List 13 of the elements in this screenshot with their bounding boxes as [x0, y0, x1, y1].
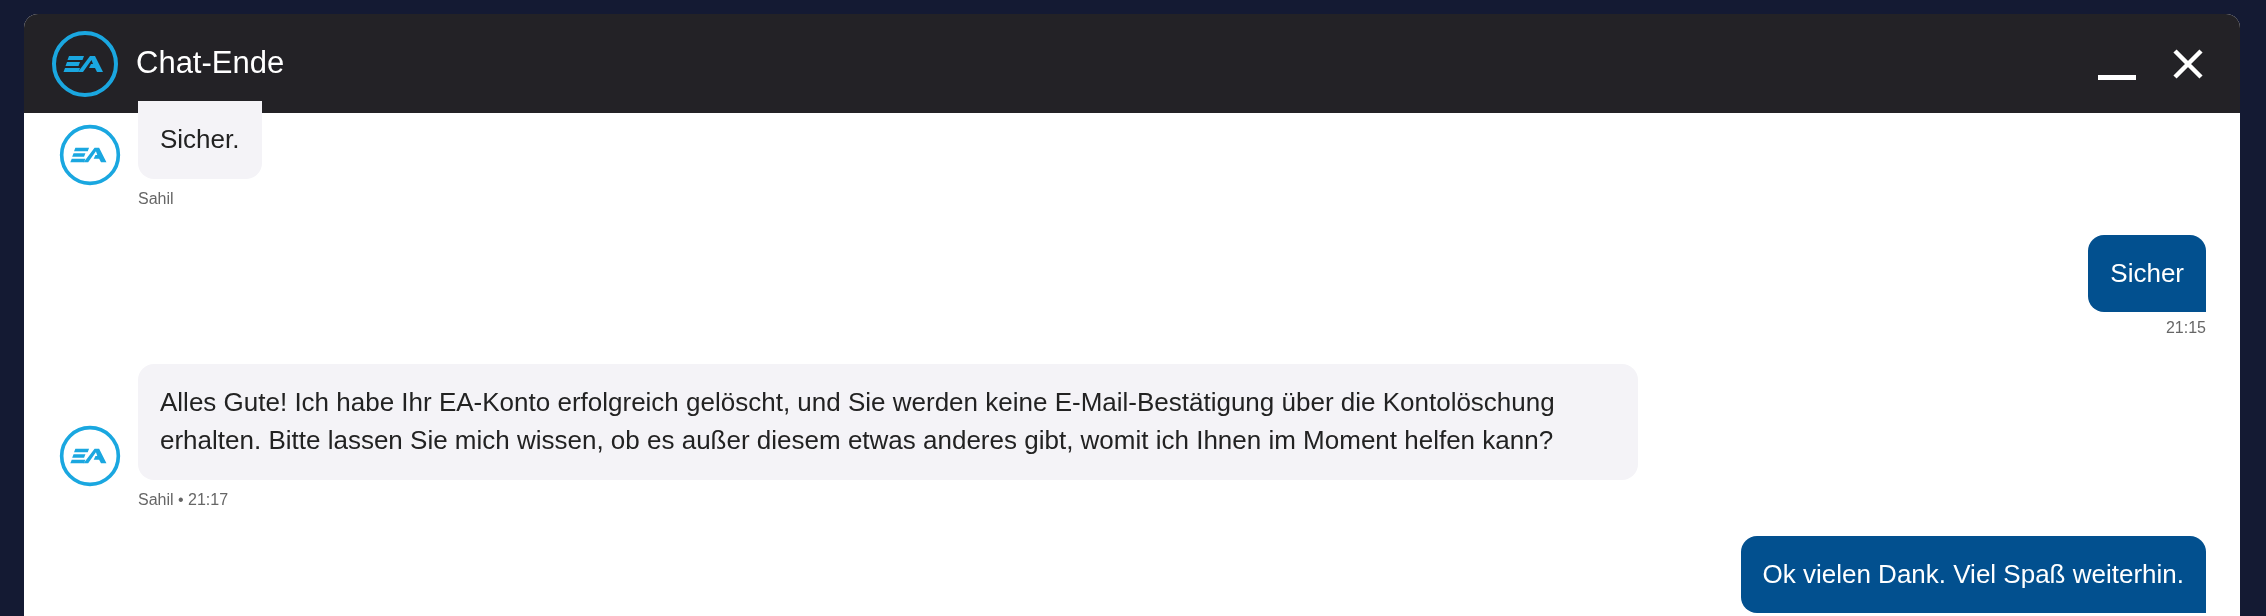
- close-icon: [2172, 47, 2204, 80]
- message-bubble: Sicher.: [138, 101, 262, 179]
- message-meta: Sahil: [138, 188, 175, 209]
- message-bubble: Alles Gute! Ich habe Ihr EA-Konto erfolgreich gelöscht, und Sie werden keine E-Mail-Bestätigung über die Kontolöschung erhalten. Bitte lassen Sie mich wissen, ob es außer diesem etwas anderes gibt, womit ich Ihnen im Moment helfen kann?: [138, 364, 1638, 480]
- avatar-icon: [58, 423, 122, 488]
- message-bubble: Ok vielen Dank. Viel Spaß weiterhin.: [1740, 535, 2206, 614]
- message-bubble: Sicher: [2088, 234, 2206, 313]
- avatar-icon: [58, 122, 122, 187]
- message-meta: 21:15: [2165, 318, 2206, 339]
- logo-icon: [50, 28, 120, 99]
- message-meta: Sahil • 21:17: [138, 489, 230, 510]
- window-title: Chat-Ende: [136, 44, 286, 83]
- minimize-icon: [2098, 74, 2136, 80]
